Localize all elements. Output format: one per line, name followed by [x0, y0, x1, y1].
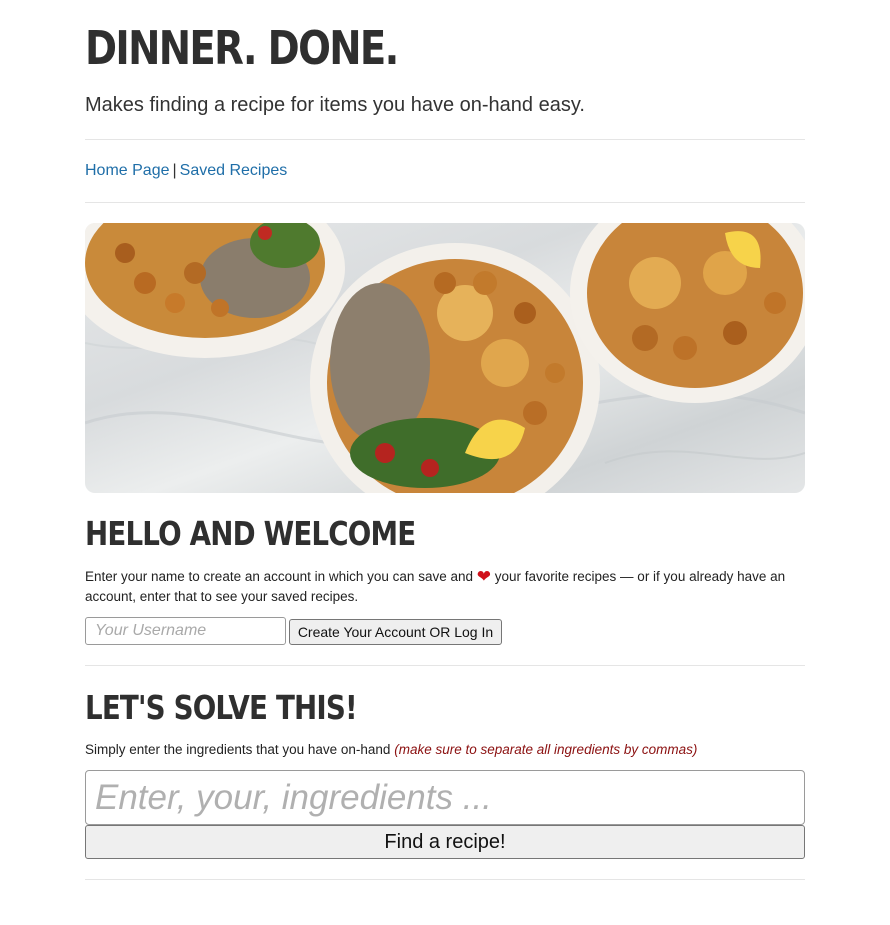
ingredients-input[interactable]: [85, 770, 805, 825]
nav-link-saved-recipes[interactable]: Saved Recipes: [180, 162, 288, 179]
create-account-login-button[interactable]: Create Your Account OR Log In: [289, 619, 502, 645]
food-bowls-illustration: [85, 223, 805, 493]
find-recipe-button[interactable]: Find a recipe!: [85, 825, 805, 859]
site-tagline: Makes finding a recipe for items you hav…: [85, 94, 585, 116]
divider: [85, 202, 805, 203]
welcome-heading: Hello and Welcome: [85, 514, 416, 553]
solve-heading: Let's solve this!: [85, 688, 358, 727]
solve-instructions: Simply enter the ingredients that you ha…: [85, 740, 697, 760]
nav-links: Home Page | Saved Recipes: [85, 160, 287, 182]
hero-image: [85, 223, 805, 493]
heart-icon: ❤: [476, 567, 491, 586]
solve-instructions-text: Simply enter the ingredients that you ha…: [85, 742, 391, 757]
site-title: DINNER. DONE.: [85, 21, 399, 75]
divider: [85, 139, 805, 140]
solve-instructions-note: (make sure to separate all ingredients b…: [394, 742, 698, 757]
username-input[interactable]: [85, 617, 286, 645]
divider: [85, 879, 805, 880]
divider: [85, 665, 805, 666]
welcome-intro: Enter your name to create an account in …: [85, 567, 805, 607]
nav-separator: |: [172, 162, 177, 179]
nav-link-home[interactable]: Home Page: [85, 162, 170, 179]
welcome-intro-text: Enter your name to create an account in …: [85, 569, 473, 584]
